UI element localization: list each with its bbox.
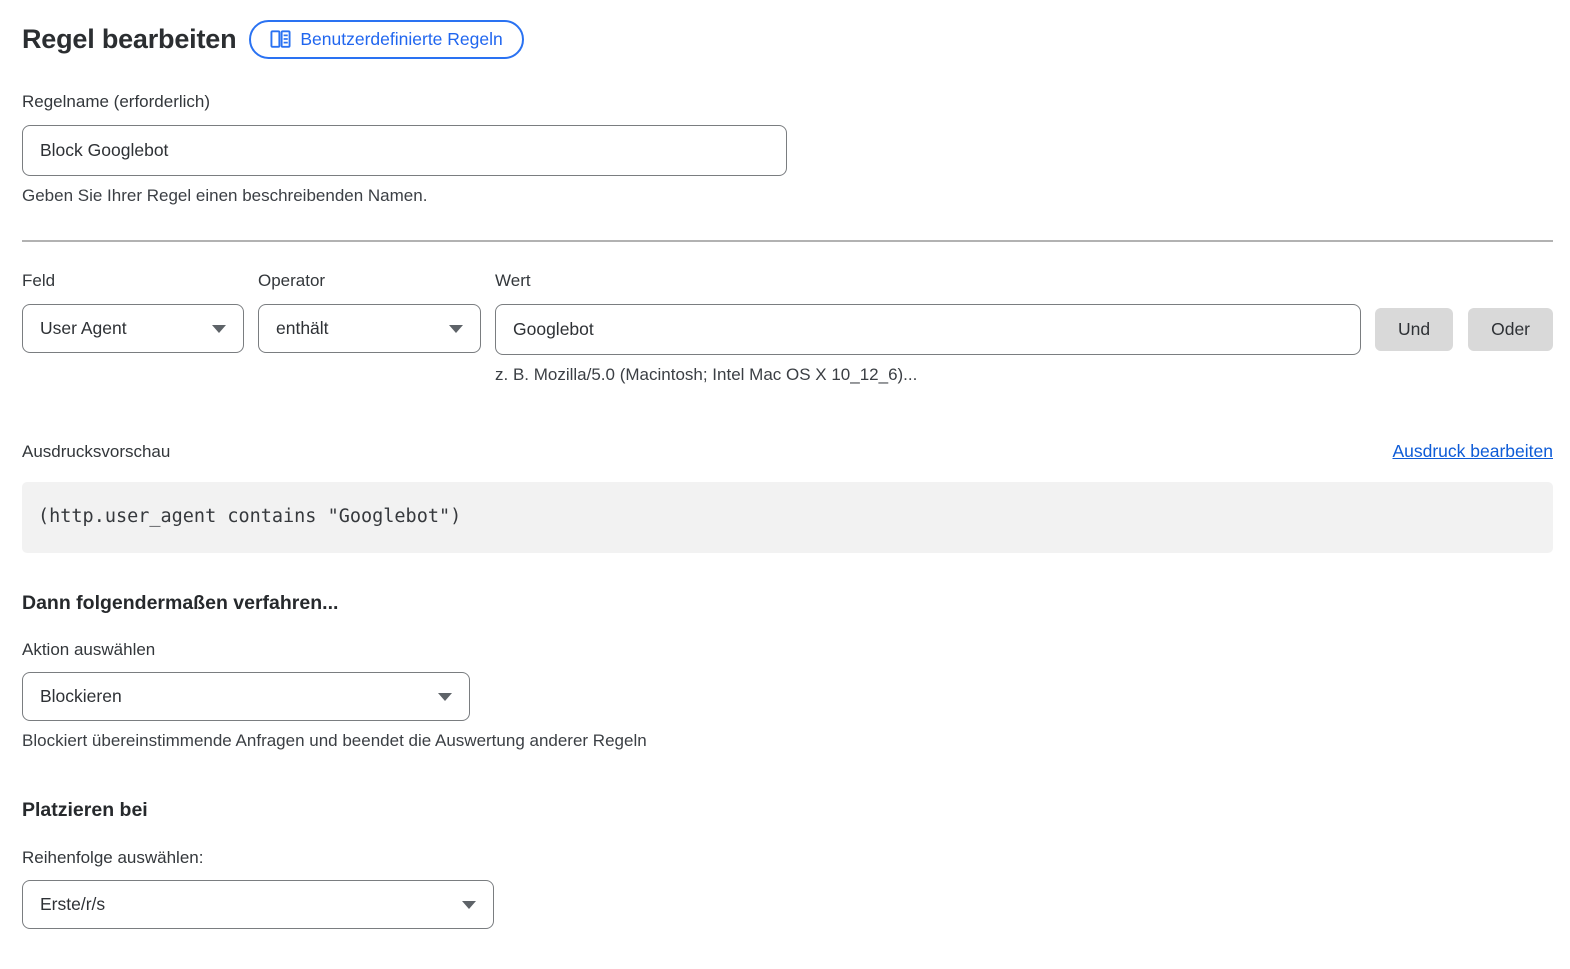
chevron-down-icon bbox=[462, 901, 476, 909]
section-divider bbox=[22, 240, 1553, 242]
chevron-down-icon bbox=[212, 325, 226, 333]
or-button[interactable]: Oder bbox=[1468, 308, 1553, 351]
custom-rules-docs-badge[interactable]: Benutzerdefinierte Regeln bbox=[249, 20, 523, 59]
edit-expression-link[interactable]: Ausdruck bearbeiten bbox=[1392, 441, 1553, 462]
field-select-value: User Agent bbox=[40, 318, 127, 339]
action-select[interactable]: Blockieren bbox=[22, 672, 470, 721]
rule-name-section: Regelname (erforderlich) Geben Sie Ihrer… bbox=[22, 92, 1553, 206]
field-column: Feld User Agent bbox=[22, 271, 244, 353]
action-label: Aktion auswählen bbox=[22, 640, 1553, 660]
rule-name-label: Regelname (erforderlich) bbox=[22, 92, 1553, 112]
rule-name-help: Geben Sie Ihrer Regel einen beschreibend… bbox=[22, 186, 1553, 206]
action-heading: Dann folgendermaßen verfahren... bbox=[22, 592, 1553, 615]
condition-row: Feld User Agent Operator enthält Wert z.… bbox=[22, 271, 1553, 385]
and-button[interactable]: Und bbox=[1375, 308, 1453, 351]
value-label: Wert bbox=[495, 271, 1361, 291]
page-header: Regel bearbeiten Benutzerdefinierte Rege… bbox=[22, 20, 1553, 59]
rule-name-input[interactable] bbox=[22, 125, 787, 176]
operator-select[interactable]: enthält bbox=[258, 304, 481, 353]
expression-code: (http.user_agent contains "Googlebot") bbox=[38, 506, 461, 527]
action-select-value: Blockieren bbox=[40, 686, 122, 707]
value-help: z. B. Mozilla/5.0 (Macintosh; Intel Mac … bbox=[495, 365, 1361, 385]
expression-code-block: (http.user_agent contains "Googlebot") bbox=[22, 482, 1553, 553]
value-column: Wert z. B. Mozilla/5.0 (Macintosh; Intel… bbox=[495, 271, 1361, 385]
field-select[interactable]: User Agent bbox=[22, 304, 244, 353]
chevron-down-icon bbox=[449, 325, 463, 333]
operator-column: Operator enthält bbox=[258, 271, 481, 353]
connector-buttons: Und Oder bbox=[1375, 308, 1553, 351]
operator-select-value: enthält bbox=[276, 318, 329, 339]
rule-editor-page: Regel bearbeiten Benutzerdefinierte Rege… bbox=[0, 0, 1570, 969]
action-help: Blockiert übereinstimmende Anfragen und … bbox=[22, 731, 1553, 751]
placement-order-select[interactable]: Erste/r/s bbox=[22, 880, 494, 929]
operator-label: Operator bbox=[258, 271, 481, 291]
placement-heading: Platzieren bei bbox=[22, 799, 1553, 822]
expression-header: Ausdrucksvorschau Ausdruck bearbeiten bbox=[22, 441, 1553, 462]
page-title: Regel bearbeiten bbox=[22, 24, 236, 55]
placement-label: Reihenfolge auswählen: bbox=[22, 848, 1553, 868]
value-input[interactable] bbox=[495, 304, 1361, 355]
docs-badge-label: Benutzerdefinierte Regeln bbox=[300, 29, 502, 50]
field-label: Feld bbox=[22, 271, 244, 291]
open-book-icon bbox=[270, 30, 291, 49]
chevron-down-icon bbox=[438, 693, 452, 701]
placement-select-value: Erste/r/s bbox=[40, 894, 105, 915]
expression-preview-label: Ausdrucksvorschau bbox=[22, 442, 170, 462]
